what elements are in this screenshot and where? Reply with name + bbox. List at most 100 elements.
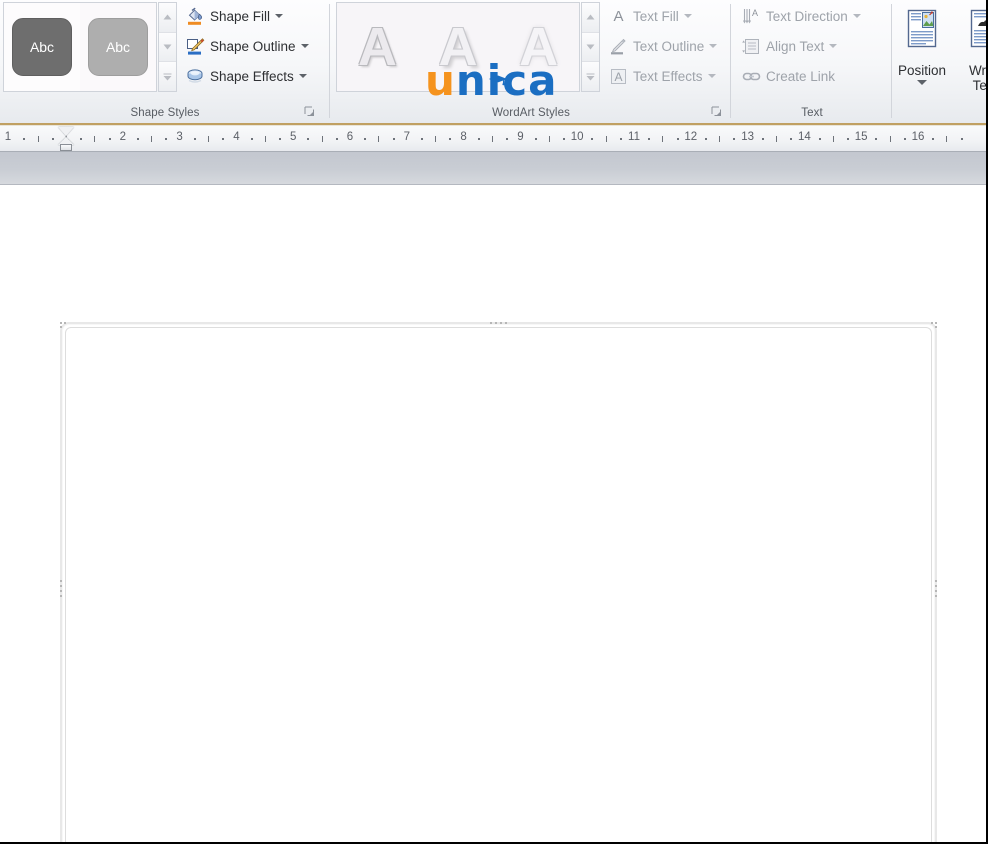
wordart-preview-letter: A [357,17,397,77]
shape-styles-gallery-spinner[interactable] [158,2,177,92]
ruler-dot [393,138,395,140]
scroll-up-icon[interactable] [582,3,599,33]
text-effects-button[interactable]: A Text Effects [607,64,718,88]
ribbon-group-arrange: Position Wr Te [893,0,986,123]
ruler-dot [165,138,167,140]
wordart-styles-gallery[interactable]: A A A [336,2,580,92]
text-fill-button[interactable]: A Text Fill [607,4,694,28]
chevron-down-icon[interactable] [852,14,861,18]
chevron-down-icon[interactable] [683,14,692,18]
shape-style-preview-label: Abc [12,18,72,76]
scroll-down-icon[interactable] [582,32,599,63]
handle-top-left[interactable] [58,320,68,330]
ruler-tick [151,136,152,142]
ribbon: Abc Abc Shape Fill Shape Outline Shape E… [0,0,986,126]
ruler-number: 1 [4,131,12,143]
chevron-down-icon[interactable] [275,14,284,18]
wrap-text-button[interactable]: Wrap Text [954,4,987,112]
shape-fill-button[interactable]: Shape Fill [184,4,285,28]
ruler-tick [435,136,436,142]
ruler-scale: 1 2 3 4 5 6 7 8 9 10 11 12 13 14 15 16 1 [0,126,986,151]
ruler-number: 16 [911,131,925,143]
text-outline-button[interactable]: Text Outline [607,34,719,58]
chevron-down-icon[interactable] [709,44,718,48]
text-fill-icon: A [609,7,628,26]
more-styles-icon[interactable] [582,62,599,92]
shape-style-preview-label: Abc [88,18,148,76]
more-styles-icon[interactable] [159,62,176,92]
ruler-dot [336,138,338,140]
pencil-outline-icon [186,37,205,56]
position-label: Position [897,63,947,78]
position-button[interactable]: Position [891,4,953,112]
chevron-down-icon[interactable] [829,44,838,48]
ruler-tick [946,136,947,142]
handle-middle-right[interactable] [932,578,940,600]
handle-top-center[interactable] [488,319,510,327]
wordart-style-thumb[interactable]: A [417,3,499,91]
create-link-button[interactable]: Create Link [740,64,837,88]
ruler-number: 9 [517,131,524,143]
wordart-styles-gallery-spinner[interactable] [581,2,600,92]
ruler-number: 11 [628,131,640,143]
wrap-text-label: Wrap Text [968,63,987,93]
ruler-dot [421,138,423,140]
chevron-down-icon[interactable] [917,80,927,85]
align-text-label: Align Text [766,38,825,54]
ruler-tick [606,136,607,142]
ruler-dot [819,138,821,140]
first-line-indent-marker[interactable] [58,127,74,136]
wrap-text-icon [964,8,986,60]
shape-styles-dialog-launcher[interactable] [304,106,316,118]
ruler-number: 10 [570,131,584,143]
ruler-dot [648,138,650,140]
ruler-tick [378,136,379,142]
ruler-number: 4 [233,131,240,143]
ruler-dot [80,138,82,140]
wordart-styles-dialog-launcher[interactable] [711,106,723,118]
shape-outline-button[interactable]: Shape Outline [184,34,311,58]
text-fill-label: Text Fill [633,8,679,24]
ruler-tick [833,136,834,142]
ruler-dot [932,138,934,140]
ruler-tick [265,136,266,142]
handle-middle-left[interactable] [57,578,65,600]
scroll-down-icon[interactable] [159,32,176,63]
wordart-preview-letter: A [438,17,478,77]
word-window: Abc Abc Shape Fill Shape Outline Shape E… [0,0,988,844]
shape-style-thumb[interactable]: Abc [4,3,80,91]
chevron-down-icon[interactable] [298,74,307,78]
shape-styles-gallery[interactable]: Abc Abc [3,2,157,92]
chevron-down-icon[interactable] [300,44,309,48]
handle-top-right[interactable] [929,320,939,330]
ruler-dot [307,138,309,140]
text-direction-icon: A [742,7,761,26]
group-divider [730,4,731,118]
group-label-shape-styles: Shape Styles [130,107,200,119]
text-box-shape[interactable] [57,319,940,842]
align-text-icon [742,37,761,56]
scroll-up-icon[interactable] [159,3,176,33]
wordart-style-thumb[interactable]: A [337,3,418,91]
horizontal-ruler[interactable]: 1 2 3 4 5 6 7 8 9 10 11 12 13 14 15 16 1 [0,126,986,152]
align-text-button[interactable]: Align Text [740,34,839,58]
shape-effects-button[interactable]: Shape Effects [184,64,309,88]
document-top-margin-band [0,152,986,185]
ruler-dot [194,138,196,140]
shape-style-thumb[interactable]: Abc [80,3,156,91]
text-box-shape-inner[interactable] [65,327,932,842]
chevron-down-icon[interactable] [707,74,716,78]
ruler-number: 7 [403,131,410,143]
shape-fill-label: Shape Fill [210,8,271,24]
ruler-tick [890,136,891,142]
ruler-dot [478,138,480,140]
ruler-tick [776,136,777,142]
document-canvas[interactable] [0,186,986,842]
wordart-style-thumb[interactable]: A [498,3,580,91]
ruler-dot [563,138,565,140]
left-indent-marker[interactable] [60,144,72,151]
group-label-text: Text [801,107,823,119]
text-direction-button[interactable]: A Text Direction [740,4,863,28]
ruler-number: 12 [684,131,698,143]
ruler-dot [733,138,735,140]
